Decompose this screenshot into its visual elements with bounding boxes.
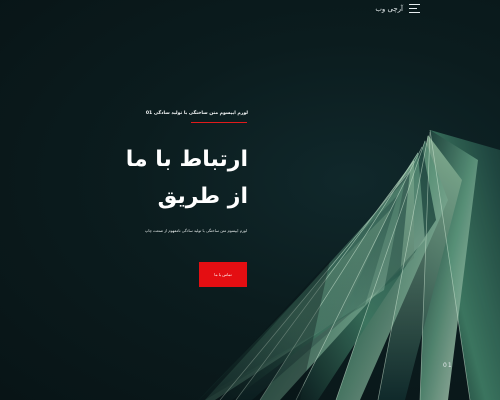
slide-indicator: 01 [443, 362, 453, 369]
hero-title: ارتباط با ما از طریق [88, 141, 248, 215]
contact-us-button[interactable]: تماس با ما [199, 262, 247, 287]
hero-title-line-1: ارتباط با ما [125, 147, 248, 172]
hero-kicker: لورم ایپسوم متن ساختگی با تولید سادگی 01 [145, 111, 248, 116]
hero-page: آرچی وب لورم ایپسوم متن ساختگی با تولید … [0, 0, 500, 400]
abstract-glass-background [198, 129, 500, 400]
hero-title-line-2: از طریق [157, 184, 248, 209]
hero-description: لورم ایپسوم متن ساختگی با تولید سادگی نا… [144, 228, 247, 233]
menu-icon[interactable] [409, 4, 420, 13]
kicker-underline [191, 122, 247, 123]
brand-name[interactable]: آرچی وب [375, 5, 403, 13]
top-bar: آرچی وب [375, 4, 420, 13]
